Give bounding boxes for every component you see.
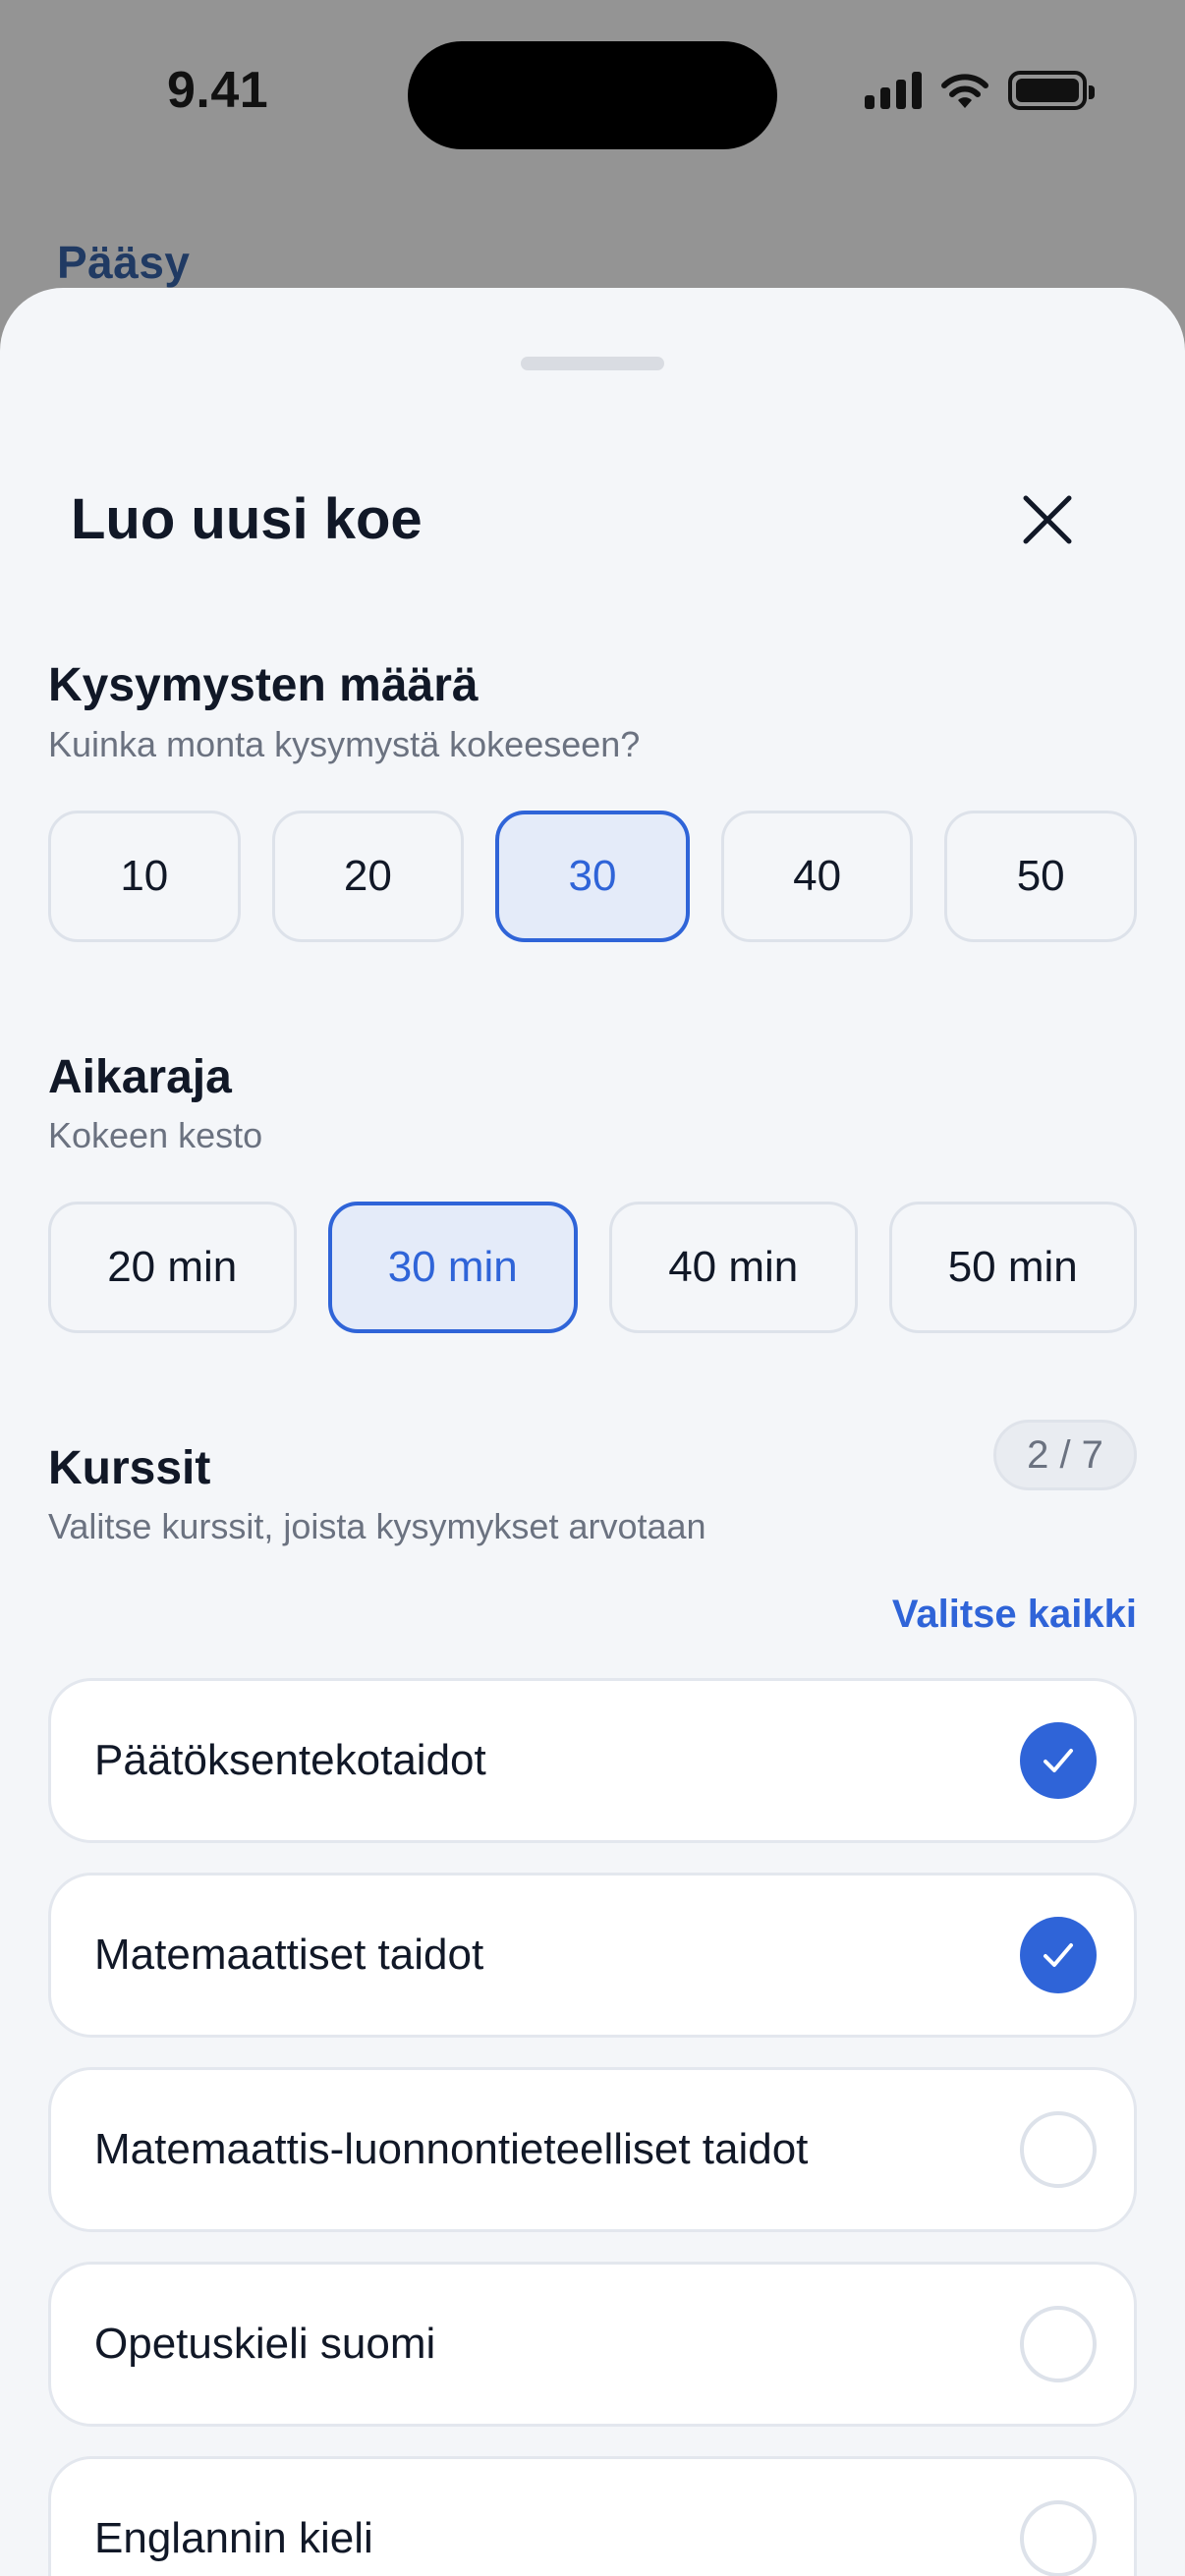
question-count-subtitle: Kuinka monta kysymystä kokeeseen?	[48, 724, 641, 764]
app-logo: Pääsy	[57, 237, 191, 288]
wifi-icon	[941, 74, 988, 108]
question-count-title: Kysymysten määrä	[48, 659, 479, 711]
question-count-option-50[interactable]: 50	[944, 811, 1137, 942]
courses-title: Kurssit	[48, 1442, 211, 1494]
courses-subtitle: Valitse kurssit, joista kysymykset arvot…	[48, 1506, 706, 1546]
status-icons	[865, 71, 1095, 110]
question-count-option-20[interactable]: 20	[271, 811, 465, 942]
question-count-option-40[interactable]: 40	[720, 811, 914, 942]
question-count-options: 10 20 30 40 50	[48, 811, 1137, 942]
checked-checkbox[interactable]	[1020, 1722, 1097, 1799]
course-label: Opetuskieli suomi	[94, 2320, 436, 2368]
time-limit-option-50[interactable]: 50 min	[888, 1202, 1137, 1333]
course-label: Matemaattiset taidot	[94, 1931, 484, 1979]
unchecked-checkbox[interactable]	[1020, 2111, 1097, 2188]
time-limit-subtitle: Kokeen kesto	[48, 1115, 263, 1155]
unchecked-checkbox[interactable]	[1020, 2306, 1097, 2382]
checked-checkbox[interactable]	[1020, 1917, 1097, 1993]
course-item[interactable]: Päätöksentekotaidot	[48, 1678, 1137, 1843]
course-label: Englannin kieli	[94, 2514, 373, 2562]
battery-icon	[1008, 71, 1095, 110]
status-time: 9.41	[167, 62, 269, 119]
course-item[interactable]: Opetuskieli suomi	[48, 2262, 1137, 2427]
checkmark-icon	[1044, 1749, 1073, 1772]
time-limit-option-30[interactable]: 30 min	[327, 1202, 578, 1333]
time-limit-title: Aikaraja	[48, 1051, 232, 1103]
cellular-signal-icon	[865, 72, 922, 109]
course-item[interactable]: Englannin kieli	[48, 2456, 1137, 2576]
close-icon[interactable]	[1012, 484, 1083, 555]
time-limit-option-20[interactable]: 20 min	[48, 1202, 297, 1333]
question-count-option-10[interactable]: 10	[48, 811, 241, 942]
unchecked-checkbox[interactable]	[1020, 2500, 1097, 2576]
create-exam-sheet: Luo uusi koe Kysymysten määrä Kuinka mon…	[0, 288, 1185, 2576]
dynamic-island	[408, 41, 777, 149]
question-count-option-30[interactable]: 30	[495, 811, 690, 942]
time-limit-option-40[interactable]: 40 min	[609, 1202, 858, 1333]
course-label: Päätöksentekotaidot	[94, 1736, 486, 1784]
selected-count-badge: 2 / 7	[993, 1420, 1137, 1490]
course-item[interactable]: Matemaattiset taidot	[48, 1873, 1137, 2038]
select-all-link[interactable]: Valitse kaikki	[892, 1593, 1137, 1637]
screen: 9.41 Pääsy Luo uusi koe Kysymysten määrä…	[0, 0, 1185, 2576]
course-label: Matemaattis-luonnontieteelliset taidot	[94, 2125, 809, 2173]
sheet-grabber[interactable]	[521, 357, 664, 370]
time-limit-options: 20 min 30 min 40 min 50 min	[48, 1202, 1137, 1333]
course-item[interactable]: Matemaattis-luonnontieteelliset taidot	[48, 2067, 1137, 2232]
sheet-title: Luo uusi koe	[71, 487, 423, 551]
checkmark-icon	[1044, 1943, 1073, 1967]
